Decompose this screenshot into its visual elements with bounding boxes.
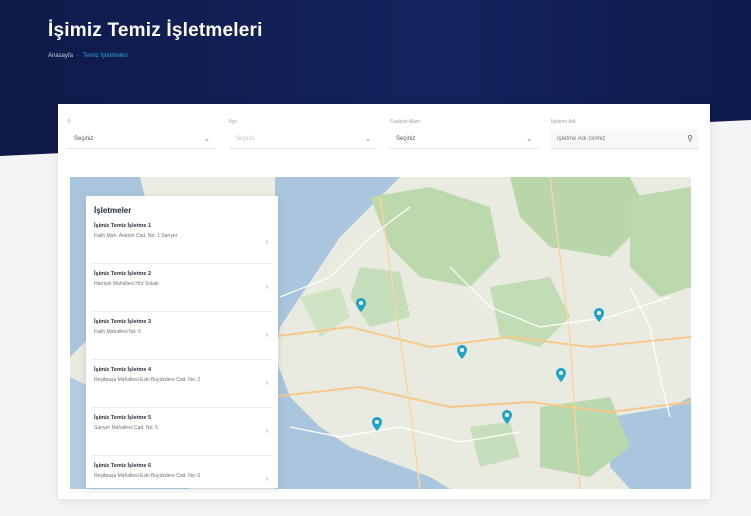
chevron-right-icon: › — [265, 378, 268, 387]
business-name: İşimiz Temiz İşletme 1 — [94, 223, 152, 229]
chevron-right-icon: › — [265, 237, 268, 246]
breadcrumb-current: Temiz İşletmeleri — [83, 53, 128, 59]
business-name: İşimiz Temiz İşletme 4 — [94, 367, 152, 373]
business-list-title: İşletmeler — [94, 206, 132, 215]
business-name: İşimiz Temiz İşletme 6 — [94, 463, 152, 469]
district-filter-label: İlçe — [229, 119, 237, 125]
name-search-input[interactable] — [557, 135, 667, 142]
activity-filter: Faaliyet Alanı Seçiniz ⌄ — [390, 119, 538, 149]
activity-select[interactable]: Seçiniz ⌄ — [390, 129, 538, 149]
activity-filter-label: Faaliyet Alanı — [390, 119, 421, 125]
page-title: İşimiz Temiz İşletmeleri — [48, 20, 263, 41]
location-pin-icon[interactable] — [372, 417, 382, 431]
list-item[interactable]: İşimiz Temiz İşletme 2 Hürriyet Mahalles… — [92, 264, 272, 312]
list-item[interactable]: İşimiz Temiz İşletme 4 Reşitpaşa Mahalle… — [92, 360, 272, 408]
business-list: İşimiz Temiz İşletme 1 Fatih Mah. Atatür… — [86, 219, 278, 504]
list-item[interactable]: İşimiz Temiz İşletme 6 Reşitpaşa Mahalle… — [92, 456, 272, 504]
city-select-value: Seçiniz — [74, 135, 94, 142]
district-select-value: Seçiniz — [235, 135, 255, 142]
business-address: Reşitpaşa Mahallesi Eski Büyükdere Cad. … — [94, 473, 201, 479]
list-item[interactable]: İşimiz Temiz İşletme 1 Fatih Mah. Atatür… — [92, 219, 272, 264]
chevron-right-icon: › — [265, 426, 268, 435]
chevron-down-icon: ⌄ — [526, 135, 532, 143]
chevron-right-icon: › — [265, 282, 268, 291]
business-address: Hürriyet Mahallesi Hür Sokak — [94, 281, 159, 287]
business-name: İşimiz Temiz İşletme 2 — [94, 271, 152, 277]
breadcrumb-home-link[interactable]: Anasayfa — [48, 53, 73, 59]
location-pin-icon[interactable] — [457, 345, 467, 359]
name-search: İşletme Adı ⚲ — [551, 119, 699, 149]
chevron-right-icon: › — [265, 330, 268, 339]
page-root: İşimiz Temiz İşletmeleri Anasayfa · Temi… — [0, 0, 751, 516]
location-pin-icon[interactable] — [556, 368, 566, 382]
business-address: Reşitpaşa Mahallesi Eski Büyükdere Cad. … — [94, 377, 201, 383]
name-search-box: ⚲ — [551, 129, 699, 149]
location-pin-icon[interactable] — [502, 410, 512, 424]
location-pin-icon[interactable] — [356, 298, 366, 312]
chevron-down-icon: ⌄ — [204, 135, 210, 143]
district-filter: İlçe Seçiniz ⌄ — [229, 119, 377, 149]
district-select[interactable]: Seçiniz ⌄ — [229, 129, 377, 149]
search-icon[interactable]: ⚲ — [687, 134, 693, 143]
list-item[interactable]: İşimiz Temiz İşletme 3 Fatih Mahallesi N… — [92, 312, 272, 360]
city-filter-label: İl — [68, 119, 71, 125]
business-address: Fatih Mah. Atatürk Cad. No: 1 Sarıyer — [94, 233, 178, 239]
activity-select-value: Seçiniz — [396, 135, 416, 142]
business-address: Fatih Mahallesi No: 6 — [94, 329, 141, 335]
filter-bar: İl Seçiniz ⌄ İlçe Seçiniz ⌄ Faaliyet Ala… — [68, 119, 700, 149]
breadcrumb: Anasayfa · Temiz İşletmeleri — [48, 53, 128, 59]
business-name: İşimiz Temiz İşletme 3 — [94, 319, 152, 325]
city-select[interactable]: Seçiniz ⌄ — [68, 129, 216, 149]
business-address: Sarıyer Mahallesi Cad. No: 5 — [94, 425, 158, 431]
business-name: İşimiz Temiz İşletme 5 — [94, 415, 152, 421]
list-item[interactable]: İşimiz Temiz İşletme 5 Sarıyer Mahallesi… — [92, 408, 272, 456]
city-filter: İl Seçiniz ⌄ — [68, 119, 216, 149]
breadcrumb-separator: · — [77, 53, 80, 59]
chevron-down-icon: ⌄ — [365, 135, 371, 143]
chevron-right-icon: › — [265, 474, 268, 483]
business-list-panel: İşletmeler İşimiz Temiz İşletme 1 Fatih … — [86, 196, 278, 504]
location-pin-icon[interactable] — [594, 308, 604, 322]
name-search-label: İşletme Adı — [551, 119, 576, 125]
